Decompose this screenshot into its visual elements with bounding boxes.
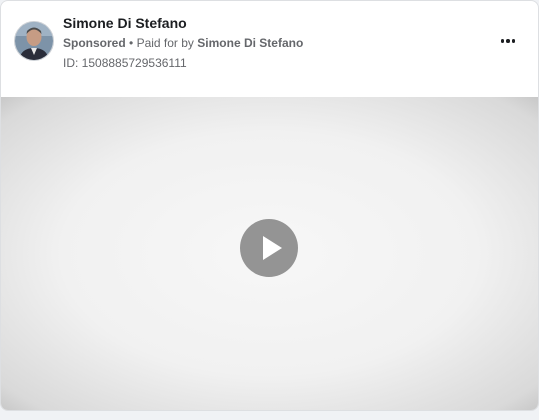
play-button[interactable] bbox=[240, 219, 298, 277]
sponsored-line: Sponsored • Paid for by Simone Di Stefan… bbox=[63, 36, 303, 50]
more-dot bbox=[506, 39, 510, 43]
play-icon bbox=[263, 236, 282, 260]
more-dot bbox=[511, 39, 516, 43]
page-name[interactable]: Simone Di Stefano bbox=[63, 15, 187, 31]
ad-id: ID: 1508885729536111 bbox=[63, 56, 187, 70]
ad-card: Simone Di Stefano Sponsored • Paid for b… bbox=[0, 0, 539, 411]
more-dot bbox=[500, 39, 505, 43]
ad-header: Simone Di Stefano Sponsored • Paid for b… bbox=[1, 1, 538, 97]
paid-for-prefix: Paid for by bbox=[136, 36, 194, 50]
separator-dot: • bbox=[129, 36, 134, 50]
sponsored-label: Sponsored bbox=[63, 36, 126, 50]
paid-for-name: Simone Di Stefano bbox=[197, 36, 304, 50]
video-player[interactable] bbox=[1, 97, 538, 410]
more-options-icon[interactable] bbox=[496, 31, 520, 51]
avatar[interactable] bbox=[14, 21, 54, 61]
